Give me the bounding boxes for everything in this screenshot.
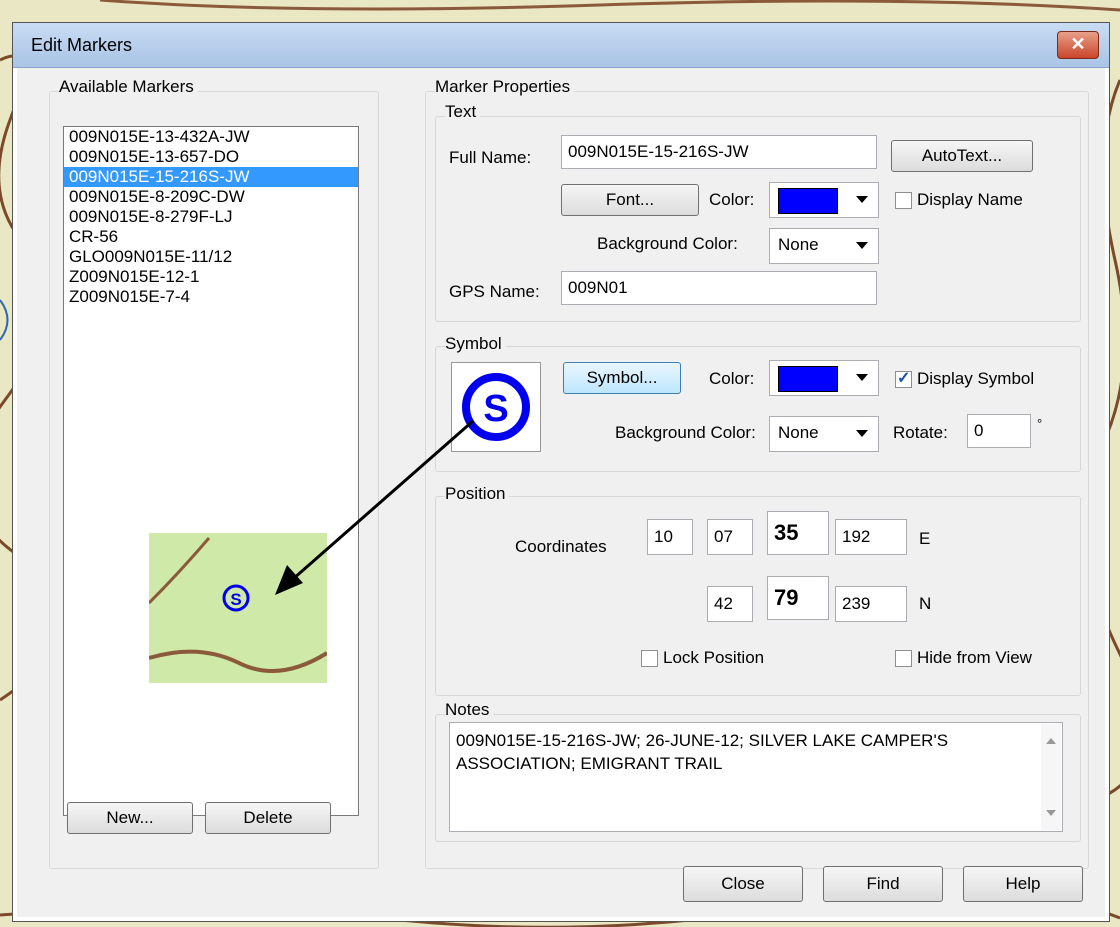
annotation-arrow: [275, 419, 474, 595]
edit-markers-dialog: Edit Markers ✕ Available Markers 009N015…: [12, 22, 1110, 922]
